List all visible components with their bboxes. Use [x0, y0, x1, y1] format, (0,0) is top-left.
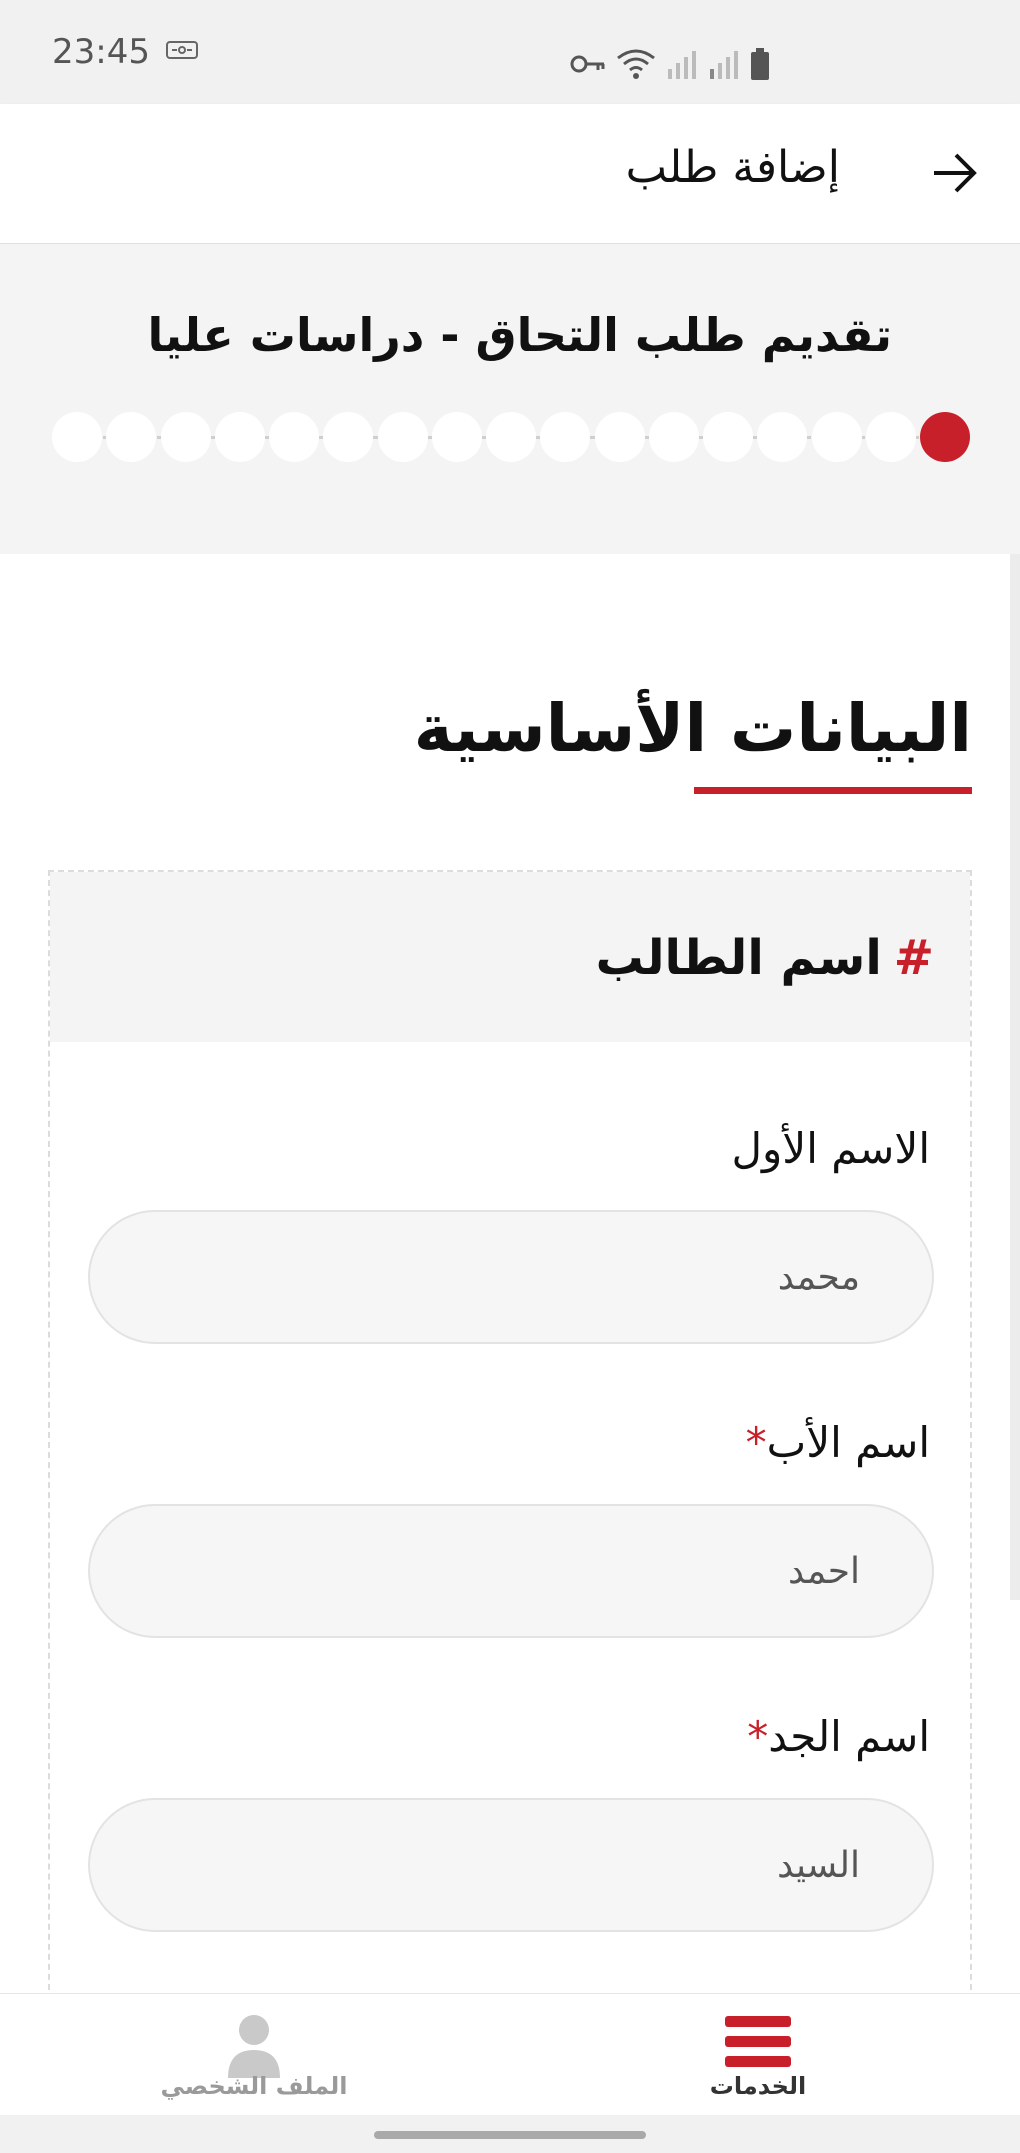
- step-dot-7: [594, 412, 645, 462]
- card-header: #اسم الطالب: [50, 872, 970, 1042]
- hash-mark: #: [893, 930, 934, 986]
- stepper-title: تقديم طلب التحاق - دراسات عليا: [147, 308, 892, 362]
- nav-services[interactable]: الخدمات: [608, 2006, 908, 2116]
- first-name-label: الاسم الأول: [731, 1124, 930, 1173]
- step-dot-5: [703, 412, 753, 462]
- status-bar: 23:45: [0, 0, 1020, 104]
- signal-icon-2: [708, 49, 740, 83]
- step-dot-6: [648, 412, 699, 462]
- step-dot-8: [540, 412, 591, 462]
- student-name-card: #اسم الطالب الاسم الأول اسم الأب* اسم ال…: [48, 870, 972, 2000]
- step-dot-9: [486, 412, 536, 462]
- status-time: 23:45: [52, 32, 150, 72]
- nav-profile-label: الملف الشخصي: [160, 2072, 348, 2100]
- required-mark: *: [745, 1418, 767, 1467]
- card-title: #اسم الطالب: [596, 930, 934, 986]
- card-title-text: اسم الطالب: [595, 930, 882, 986]
- nav-profile[interactable]: الملف الشخصي: [104, 2006, 404, 2116]
- step-dot-4: [757, 412, 808, 462]
- required-mark: *: [747, 1712, 769, 1761]
- scrollbar[interactable]: [1010, 554, 1020, 1600]
- step-dot-14: [214, 412, 265, 462]
- page: 23:45 إضافة طلب تقديم طلب التحاق - دراسا…: [0, 0, 1020, 2153]
- bottom-nav: الخدمات الملف الشخصي: [0, 1993, 1020, 2115]
- section-title: البيانات الأساسية: [413, 690, 972, 767]
- nav-services-label: الخدمات: [709, 2072, 807, 2100]
- grandfather-name-label-text: اسم الجد: [768, 1712, 930, 1761]
- step-dot-3: [811, 412, 862, 462]
- progress-stepper: [52, 412, 970, 462]
- battery-saver-icon: [165, 40, 200, 64]
- app-bar: إضافة طلب: [0, 104, 1020, 244]
- first-name-input[interactable]: [88, 1210, 934, 1344]
- page-title: إضافة طلب: [625, 142, 840, 193]
- step-dot-2: [865, 412, 916, 462]
- step-dot-1: [920, 412, 970, 462]
- signal-icon: [666, 49, 698, 83]
- step-dot-17: [52, 412, 102, 462]
- father-name-label: اسم الأب*: [746, 1418, 930, 1467]
- grandfather-name-input[interactable]: [88, 1798, 934, 1932]
- step-dot-12: [323, 412, 374, 462]
- step-dot-16: [106, 412, 157, 462]
- battery-icon: [750, 48, 770, 84]
- gesture-area: [0, 2115, 1020, 2153]
- section-underline: [694, 787, 972, 794]
- step-dot-10: [431, 412, 482, 462]
- step-dot-15: [160, 412, 211, 462]
- father-name-input[interactable]: [88, 1504, 934, 1638]
- father-name-label-text: اسم الأب: [766, 1418, 930, 1467]
- step-dot-11: [377, 412, 428, 462]
- wifi-icon: [616, 48, 656, 84]
- step-dot-13: [269, 412, 319, 462]
- home-indicator[interactable]: [374, 2131, 646, 2139]
- first-name-label-text: الاسم الأول: [731, 1124, 930, 1173]
- grandfather-name-label: اسم الجد*: [747, 1712, 930, 1761]
- stepper-section: تقديم طلب التحاق - دراسات عليا: [0, 244, 1020, 554]
- vpn-key-icon: [570, 53, 606, 79]
- status-icons: [570, 48, 770, 84]
- back-button[interactable]: [928, 148, 982, 202]
- menu-icon: [725, 2014, 791, 2074]
- arrow-right-icon: [932, 153, 978, 197]
